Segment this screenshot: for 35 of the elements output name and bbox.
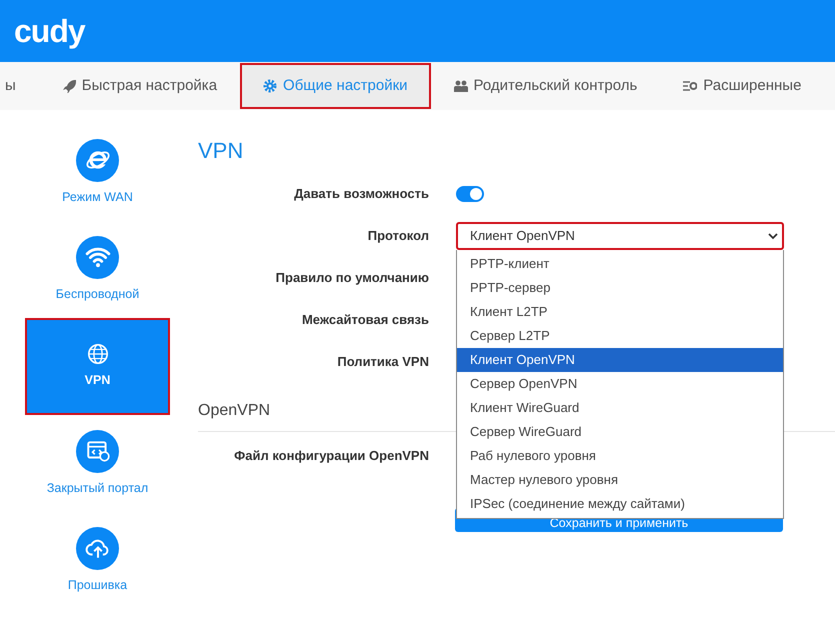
dropdown-option[interactable]: Сервер L2TP	[457, 324, 783, 348]
dropdown-option[interactable]: Клиент L2TP	[457, 300, 783, 324]
field-label: Протокол	[366, 227, 430, 246]
gear-icon	[263, 79, 278, 93]
nav-tab[interactable]: Быстрая настройка	[38, 63, 240, 109]
rocket-icon	[62, 79, 76, 93]
dropdown-option[interactable]: Клиент WireGuard	[457, 396, 783, 420]
sliders-icon	[683, 79, 698, 93]
page-title: VPN	[198, 137, 244, 165]
dropdown-option[interactable]: Раб нулевого уровня	[457, 444, 783, 468]
field-label: Политика VPN	[336, 353, 430, 372]
sidebar-item[interactable]: Прошивка	[25, 512, 170, 609]
sidebar-item[interactable]: Режим WAN	[25, 124, 170, 221]
dropdown-option[interactable]: Клиент OpenVPN	[457, 348, 783, 372]
nav-tab[interactable]: Родительский контроль	[430, 63, 660, 109]
sidebar-item[interactable]: Беспроводной	[25, 221, 170, 318]
dropdown-option[interactable]: PPTP-сервер	[457, 276, 783, 300]
globe-icon	[86, 343, 108, 366]
toggle-switch[interactable]	[456, 186, 484, 202]
field-label: Файл конфигурации OpenVPN	[233, 447, 430, 466]
people-icon	[454, 79, 468, 93]
dropdown-option[interactable]: PPTP-клиент	[457, 252, 783, 276]
logo: cudy	[14, 15, 85, 47]
field-label: Правило по умолчанию	[274, 269, 430, 288]
field-label: Межсайтовая связь	[300, 311, 430, 330]
caret-icon	[768, 232, 778, 240]
sidebar-item[interactable]: VPN	[25, 318, 170, 415]
dropdown-option[interactable]: Сервер WireGuard	[457, 420, 783, 444]
nav-tab[interactable]: Расширенные	[660, 63, 824, 109]
protocol-select[interactable]: Клиент OpenVPN	[456, 222, 784, 250]
dropdown-option[interactable]: Сервер OpenVPN	[457, 372, 783, 396]
dropdown-option[interactable]: Мастер нулевого уровня	[457, 468, 783, 492]
field-label: Давать возможность	[293, 185, 430, 204]
sidebar-item[interactable]: Закрытый портал	[25, 415, 170, 512]
nav-tab[interactable]: ы	[0, 63, 39, 109]
